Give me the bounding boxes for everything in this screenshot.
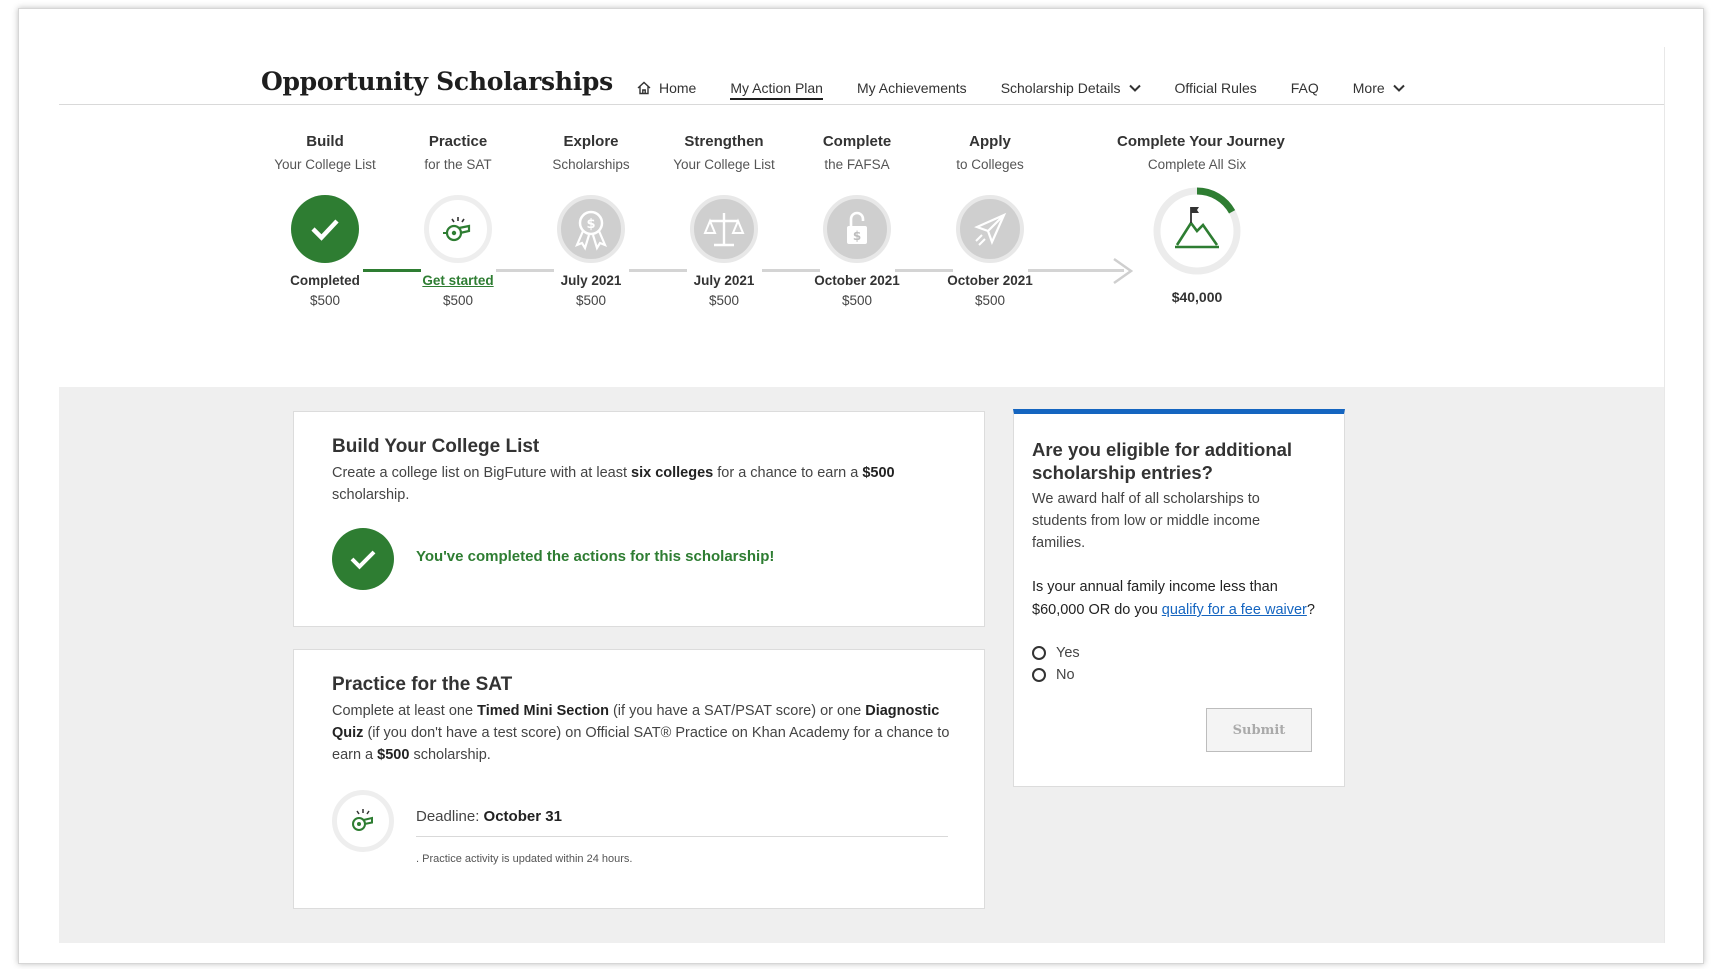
check-icon xyxy=(311,219,339,241)
scale-icon xyxy=(703,213,745,247)
step-complete-journey: Complete Your Journey Complete All Six $… xyxy=(1117,133,1285,305)
nav-home[interactable]: Home xyxy=(637,80,696,96)
completed-check-badge xyxy=(332,528,394,590)
connector-4 xyxy=(762,269,820,272)
home-icon xyxy=(637,81,651,95)
site-header: Opportunity Scholarships Home My Action … xyxy=(59,47,1664,105)
nav-my-achievements[interactable]: My Achievements xyxy=(857,80,967,96)
page-viewport: Opportunity Scholarships Home My Action … xyxy=(59,47,1665,943)
journey-amount: $40,000 xyxy=(1171,289,1223,305)
svg-text:$: $ xyxy=(853,229,861,243)
chevron-down-icon xyxy=(1392,84,1405,92)
paper-plane-icon xyxy=(974,212,1007,246)
nav-scholarship-details-label: Scholarship Details xyxy=(1000,80,1121,96)
nav-more[interactable]: More xyxy=(1353,80,1405,96)
step-amount: $500 xyxy=(974,293,1006,308)
card-title: Practice for the SAT xyxy=(332,674,513,695)
browser-frame: Opportunity Scholarships Home My Action … xyxy=(18,8,1704,964)
main-nav: Home My Action Plan My Achievements Scho… xyxy=(637,76,1439,100)
card-title: Build Your College List xyxy=(332,436,540,457)
step-status-circle: $ xyxy=(823,195,891,263)
check-icon xyxy=(350,550,376,570)
radio-yes-label: Yes xyxy=(1056,645,1080,661)
step-status-circle xyxy=(690,195,758,263)
journey-subtitle: Complete All Six xyxy=(1147,157,1247,172)
nav-home-label: Home xyxy=(659,80,697,96)
connector-6 xyxy=(1028,269,1124,272)
eligibility-options: Yes No xyxy=(1032,642,1080,686)
radio-no-label: No xyxy=(1056,667,1075,683)
arrowhead-icon xyxy=(1113,257,1134,285)
step-title: Apply xyxy=(969,133,1011,150)
whistle-icon xyxy=(352,809,373,831)
nav-official-rules[interactable]: Official Rules xyxy=(1175,80,1257,96)
svg-text:$: $ xyxy=(586,217,595,232)
radio-button[interactable] xyxy=(1032,646,1046,660)
income-question: Is your annual family income less than $… xyxy=(1032,579,1315,618)
practice-sat-card: Practice for the SAT Complete at least o… xyxy=(293,649,985,909)
practice-icon-badge xyxy=(332,790,394,852)
eligibility-card: Are you eligible for additional scholars… xyxy=(1013,409,1345,787)
eligibility-description: We award half of all scholarships to stu… xyxy=(1032,491,1261,551)
step-date: October 2021 xyxy=(947,273,1033,288)
journey-progress-ring xyxy=(1153,187,1241,275)
fee-waiver-link[interactable]: qualify for a fee waiver xyxy=(1162,602,1307,618)
journey-title: Complete Your Journey xyxy=(1117,133,1285,150)
step-subtitle: to Colleges xyxy=(956,157,1024,172)
radio-no[interactable]: No xyxy=(1032,664,1080,686)
site-logo[interactable]: Opportunity Scholarships xyxy=(261,67,613,96)
progress-tracker: Build Your College List Completed $500 P… xyxy=(59,105,1664,425)
padlock-dollar-icon: $ xyxy=(847,211,867,244)
build-college-list-card: Build Your College List Create a college… xyxy=(293,411,985,627)
award-ribbon-icon: $ xyxy=(574,210,608,251)
connector-3 xyxy=(629,269,687,272)
update-note: . Practice activity is updated within 24… xyxy=(416,853,633,865)
eligibility-title: Are you eligible for additional scholars… xyxy=(1032,439,1293,483)
step-apply: Apply to Colleges October 2021 $500 xyxy=(910,133,1070,308)
step-status-circle xyxy=(956,195,1024,263)
radio-yes[interactable]: Yes xyxy=(1032,642,1080,664)
deadline: Deadline: October 31 xyxy=(416,808,562,825)
step-status-circle[interactable] xyxy=(424,195,492,263)
step-status-circle xyxy=(291,195,359,263)
connector-2 xyxy=(496,269,554,272)
submit-button[interactable]: Submit xyxy=(1206,708,1312,752)
chevron-down-icon xyxy=(1128,84,1141,92)
nav-my-action-plan[interactable]: My Action Plan xyxy=(730,80,823,100)
connector-1 xyxy=(363,269,421,272)
completion-message: You've completed the actions for this sc… xyxy=(416,548,775,565)
card-description: Create a college list on BigFuture with … xyxy=(332,465,895,503)
radio-button[interactable] xyxy=(1032,668,1046,682)
divider xyxy=(416,836,948,837)
nav-scholarship-details[interactable]: Scholarship Details xyxy=(1001,80,1141,96)
step-status-circle: $ xyxy=(557,195,625,263)
connector-5 xyxy=(895,269,953,272)
whistle-icon xyxy=(443,217,471,242)
content-area: Build Your College List Create a college… xyxy=(59,387,1664,943)
nav-faq[interactable]: FAQ xyxy=(1291,80,1319,96)
nav-more-label: More xyxy=(1352,80,1385,96)
card-description: Complete at least one Timed Mini Section… xyxy=(332,703,950,763)
